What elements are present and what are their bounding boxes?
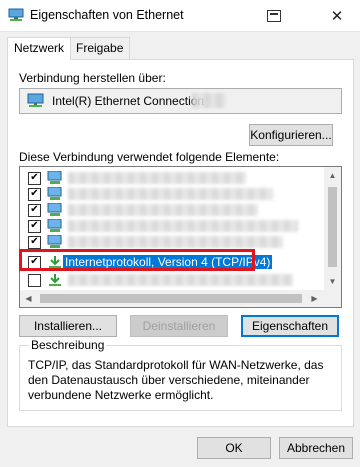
horizontal-scrollbar[interactable]: ◀ ▶ [20,290,341,307]
scroll-thumb[interactable] [328,187,337,267]
description-title: Beschreibung [29,338,107,352]
items-label: Diese Verbindung verwendet folgende Elem… [19,150,280,164]
checkbox[interactable]: ✔ [28,204,41,217]
redacted-text [68,204,258,216]
adapter-name: Intel(R) Ethernet Connection [52,94,205,108]
install-button[interactable]: Installieren... [19,315,117,337]
highlight-annotation [19,249,255,271]
redacted-text [68,274,293,286]
ok-button[interactable]: OK [197,437,271,459]
checkbox[interactable]: ✔ [28,220,41,233]
scroll-up-icon[interactable]: ▲ [324,167,341,184]
checkbox[interactable] [28,274,41,287]
checkbox[interactable]: ✔ [28,172,41,185]
list-item[interactable]: ✔ [20,170,323,186]
redacted-text [68,188,273,200]
description-group: Beschreibung TCP/IP, das Standardprotoko… [19,338,342,411]
items-list[interactable]: ✔ ✔ ✔ ✔ ✔ ✔ Internetprotokoll, Version 4… [19,166,342,308]
scroll-right-icon[interactable]: ▶ [306,290,323,307]
redacted-text [68,172,246,184]
window-title: Eigenschaften von Ethernet [30,8,184,22]
title-bar: Eigenschaften von Ethernet ✕ [0,0,360,32]
service-icon [47,202,63,217]
uninstall-button[interactable]: Deinstallieren [130,315,228,337]
connect-using-label: Verbindung herstellen über: [19,71,166,85]
checkbox[interactable]: ✔ [28,188,41,201]
adapter-field: Intel(R) Ethernet Connection [19,88,342,114]
redacted-text [68,220,298,232]
scroll-down-icon[interactable]: ▼ [324,273,341,290]
tab-freigabe[interactable]: Freigabe [69,37,131,59]
list-item[interactable]: ✔ [20,202,323,218]
scroll-left-icon[interactable]: ◀ [20,290,37,307]
list-item[interactable]: ✔ [20,186,323,202]
protocol-icon [47,273,63,287]
redacted-text [68,236,283,248]
checkbox[interactable]: ✔ [28,236,41,249]
list-item[interactable] [20,272,323,288]
list-item[interactable]: ✔ [20,218,323,234]
properties-button[interactable]: Eigenschaften [241,315,339,337]
configure-button[interactable]: Konfigurieren... [249,124,333,146]
help-icon[interactable] [251,0,297,31]
service-icon [47,186,63,201]
close-button[interactable]: ✕ [314,0,360,31]
tab-netzwerk[interactable]: Netzwerk [7,37,72,60]
redacted-text [192,93,226,108]
description-text: TCP/IP, das Standardprotokoll für WAN-Ne… [28,358,324,402]
client-icon [47,170,63,185]
protocol-icon [47,218,63,233]
protocol-icon [47,234,63,249]
list-item[interactable]: ✔ [20,234,323,250]
network-adapter-icon [27,93,44,108]
scroll-thumb[interactable] [40,294,302,303]
cancel-button[interactable]: Abbrechen [279,437,353,459]
network-adapter-icon [8,8,24,22]
vertical-scrollbar[interactable]: ▲ ▼ [324,167,341,290]
